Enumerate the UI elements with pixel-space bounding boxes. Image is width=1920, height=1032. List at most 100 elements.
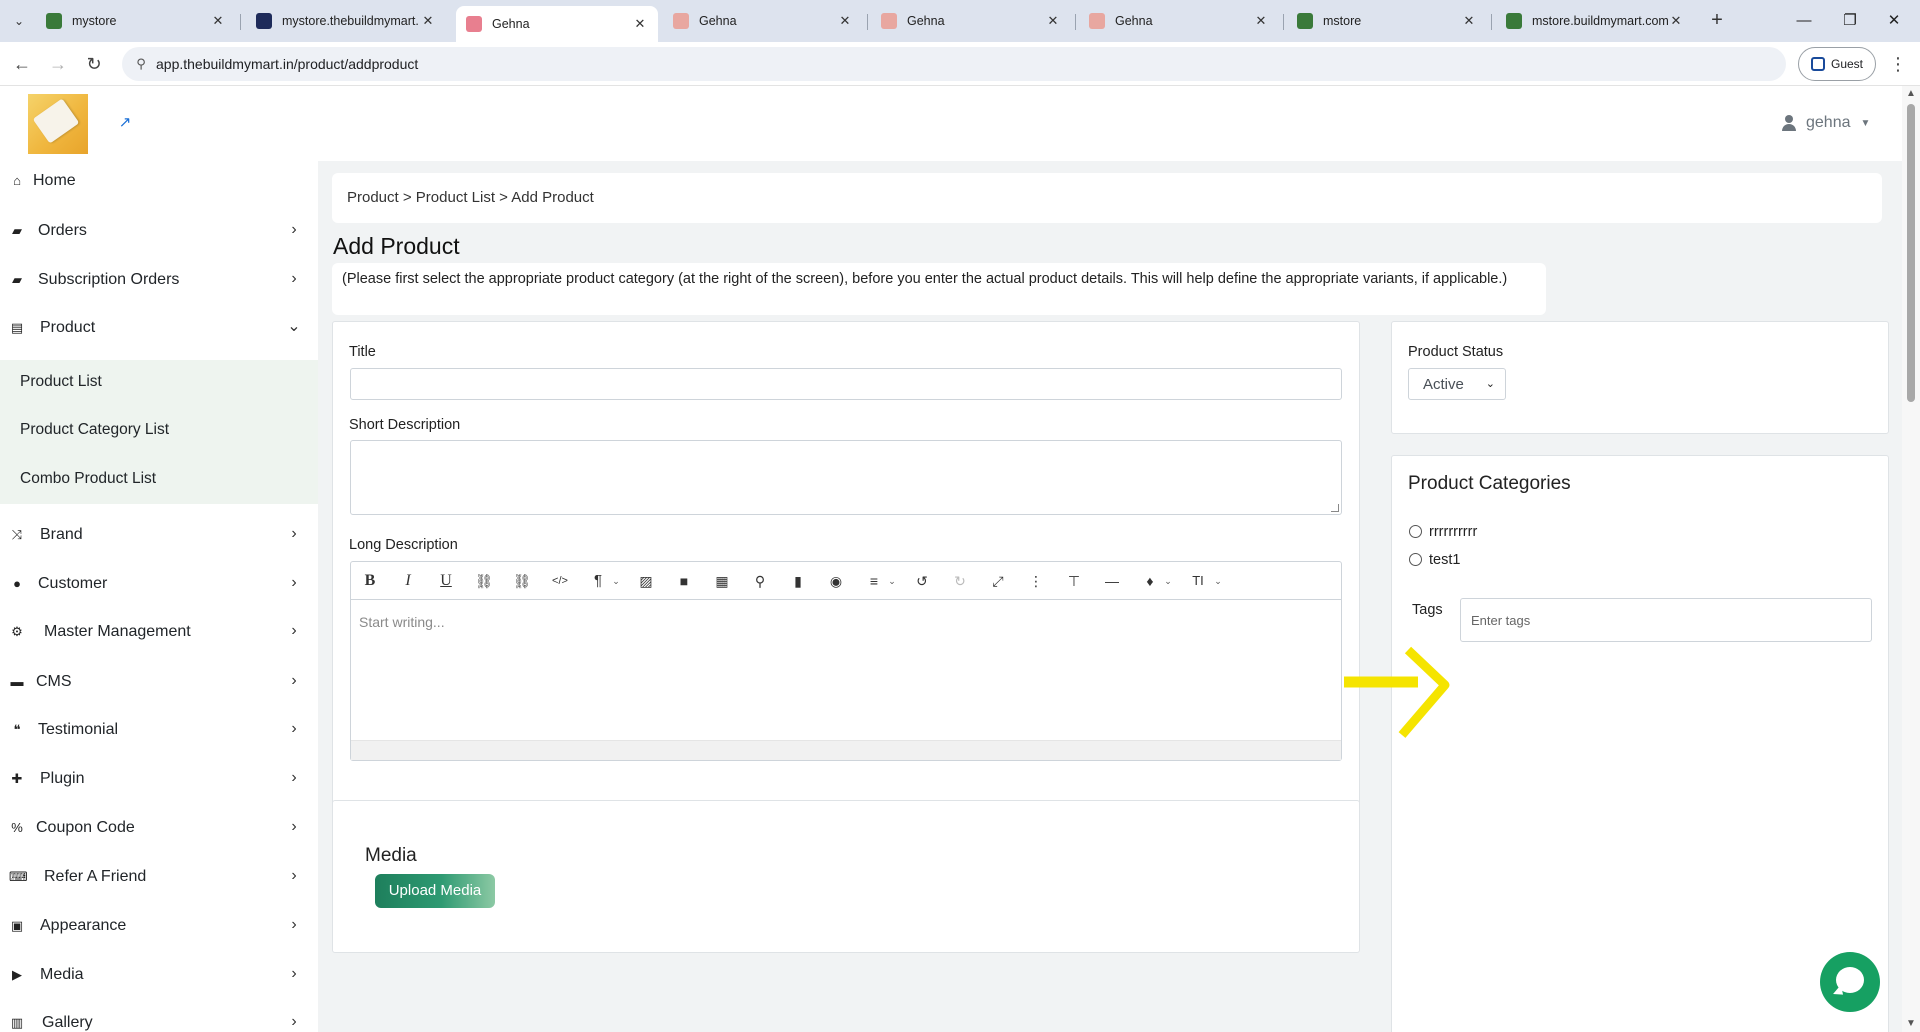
upload-media-button[interactable]: Upload Media [375,874,495,908]
font-size-dropdown-icon[interactable]: ⌄ [1213,570,1223,592]
tab-close-icon[interactable]: ✕ [1461,13,1477,29]
sidebar-item-media[interactable]: ▶ Media › [0,955,318,995]
code-icon[interactable]: </> [549,570,571,592]
tab-close-icon[interactable]: ✕ [837,13,853,29]
sidebar-subitem-product-category-list[interactable]: Product Category List [20,421,169,439]
tab-close-icon[interactable]: ✕ [210,13,226,29]
category-radio[interactable] [1409,525,1422,538]
browser-tab[interactable]: Gehna ✕ [663,6,863,36]
sidebar-item-testimonial[interactable]: ❝ Testimonial › [0,710,318,750]
file-icon[interactable]: ▮ [787,570,809,592]
reload-icon[interactable]: ↻ [82,52,106,76]
sidebar-item-label: Gallery [42,1014,93,1031]
resize-handle-icon[interactable] [1331,504,1339,512]
new-tab-button[interactable]: + [1704,8,1730,34]
site-settings-icon[interactable]: ⚲ [132,55,150,73]
sidebar-item-refer-a-friend[interactable]: ⌨ Refer A Friend › [0,857,318,897]
redo-icon[interactable]: ↻ [949,570,971,592]
browser-tab[interactable]: mstore.buildmymart.com ✕ [1496,6,1694,36]
paragraph-dropdown-icon[interactable]: ⌄ [611,570,621,592]
category-radio[interactable] [1409,553,1422,566]
video-icon[interactable]: ■ [673,570,695,592]
text-color-icon[interactable]: ♦ [1139,570,1161,592]
scroll-up-icon[interactable]: ▲ [1906,88,1916,99]
sidebar-item-coupon-code[interactable]: % Coupon Code › [0,808,318,848]
chat-widget-button[interactable] [1820,952,1880,1012]
sidebar-item-orders[interactable]: ▰ Orders › [0,211,318,251]
browser-tab[interactable]: mystore.thebuildmymart. ✕ [246,6,446,36]
sidebar-item-product[interactable]: ▤ Product ⌄ [0,308,318,348]
unlink-icon[interactable]: ⛓ [511,570,533,592]
product-status-select[interactable]: Active ⌄ [1408,368,1506,400]
sidebar-item-customer[interactable]: ● Customer › [0,564,318,604]
browser-tab[interactable]: Gehna ✕ [456,6,658,42]
search-icon[interactable]: ⚲ [749,570,771,592]
align-icon[interactable]: ≡ [863,570,885,592]
format-painter-icon[interactable]: ⊤ [1063,570,1085,592]
browser-tab[interactable]: mstore ✕ [1287,6,1487,36]
align-dropdown-icon[interactable]: ⌄ [887,570,897,592]
tab-close-icon[interactable]: ✕ [1668,13,1684,29]
tab-close-icon[interactable]: ✕ [420,13,436,29]
browser-tab[interactable]: Gehna ✕ [871,6,1071,36]
tab-search-chevron-icon[interactable]: ⌄ [8,10,30,32]
sidebar-subitem-combo-product-list[interactable]: Combo Product List [20,470,156,488]
link-icon[interactable]: ⛓ [473,570,495,592]
user-menu[interactable]: gehna ▼ [1782,114,1870,132]
breadcrumb: Product > Product List > Add Product [332,173,1882,223]
image-icon[interactable]: ▨ [635,570,657,592]
preview-eye-icon[interactable]: ◉ [825,570,847,592]
tab-favicon-icon [46,13,62,29]
bag-icon: ▰ [12,272,22,287]
title-input[interactable] [350,368,1342,400]
browser-tab[interactable]: Gehna ✕ [1079,6,1279,36]
annotation-arrow [1344,646,1450,738]
sidebar-item-brand[interactable]: ⤨ Brand › [0,515,318,555]
profile-guest-button[interactable]: Guest [1798,47,1876,81]
tags-placeholder: Enter tags [1471,613,1531,628]
tags-input[interactable]: Enter tags [1460,598,1872,642]
sidebar-item-plugin[interactable]: ✚ Plugin › [0,759,318,799]
minimize-icon[interactable]: — [1782,8,1826,34]
sidebar-item-appearance[interactable]: ▣ Appearance › [0,906,318,946]
sidebar-item-label: CMS [36,673,72,690]
text-color-dropdown-icon[interactable]: ⌄ [1163,570,1173,592]
tab-close-icon[interactable]: ✕ [1253,13,1269,29]
scroll-down-icon[interactable]: ▼ [1906,1018,1916,1029]
tab-label: mystore [72,14,117,28]
short-description-textarea[interactable] [350,440,1342,515]
sidebar-item-cms[interactable]: ▬ CMS › [0,662,318,702]
sidebar-item-gallery[interactable]: ▥ Gallery › [0,1003,318,1032]
back-arrow-icon[interactable]: ← [10,52,34,76]
italic-icon[interactable]: I [397,570,419,592]
more-icon[interactable]: ⋮ [1025,570,1047,592]
paragraph-icon[interactable]: ¶ [587,570,609,592]
category-label[interactable]: rrrrrrrrrr [1429,524,1477,540]
undo-icon[interactable]: ↺ [911,570,933,592]
sidebar-item-home[interactable]: ⌂ Home [0,161,318,201]
restore-icon[interactable]: ❐ [1828,8,1872,34]
horizontal-rule-icon[interactable]: — [1101,570,1123,592]
bold-icon[interactable]: B [359,570,381,592]
sidebar-item-master-management[interactable]: ⚙ Master Management › [0,612,318,652]
category-label[interactable]: test1 [1429,552,1460,568]
url-omnibox[interactable]: ⚲ app.thebuildmymart.in/product/addprodu… [122,47,1786,81]
underline-icon[interactable]: U [435,570,457,592]
table-icon[interactable]: ▦ [711,570,733,592]
tab-close-icon[interactable]: ✕ [632,16,648,32]
window-close-icon[interactable]: ✕ [1872,8,1916,34]
sidebar-item-label: Home [33,172,76,189]
sidebar-item-label: Customer [38,575,108,592]
browser-menu-icon[interactable]: ⋮ [1888,52,1908,76]
sidebar-item-subscription-orders[interactable]: ▰ Subscription Orders › [0,260,318,300]
store-logo[interactable] [28,94,88,154]
rich-text-editor[interactable]: B I U ⛓ ⛓ </> ¶ ⌄ ▨ ■ ▦ ⚲ ▮ ◉ ≡ ⌄ ↺ ↻ ⤢ … [350,561,1342,761]
sidebar-subitem-product-list[interactable]: Product List [20,373,102,391]
tab-close-icon[interactable]: ✕ [1045,13,1061,29]
scroll-thumb[interactable] [1907,104,1915,402]
fullscreen-icon[interactable]: ⤢ [987,570,1009,592]
forward-arrow-icon[interactable]: → [46,52,70,76]
font-size-icon[interactable]: TI [1187,570,1209,592]
external-link-icon[interactable]: ↗ [116,114,134,132]
browser-tab[interactable]: mystore ✕ [36,6,236,36]
